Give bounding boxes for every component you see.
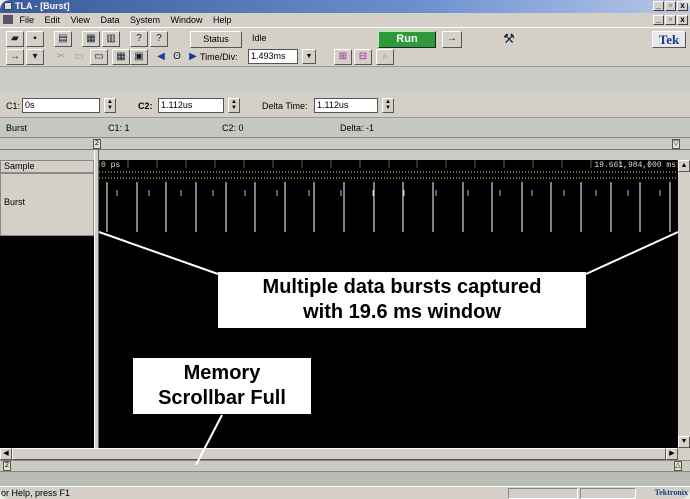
bursts-callout: Multiple data bursts captured with 19.6 … [218, 272, 586, 328]
scrollbar-callout-line2: Scrollbar Full [158, 387, 286, 409]
bursts-callout-line1: Multiple data bursts captured [262, 276, 542, 298]
scrollbar-callout: Memory Scrollbar Full [133, 358, 311, 414]
bursts-pointer-left [98, 231, 219, 275]
scrollbar-pointer [195, 414, 223, 466]
bursts-pointer-right [585, 231, 679, 275]
app-window: TLA - [Burst] _ ▫ x File Edit View Data … [0, 0, 690, 499]
bursts-callout-line2: with 19.6 ms window [303, 301, 501, 323]
annotation-lines [98, 231, 679, 466]
scrollbar-callout-line1: Memory [183, 362, 261, 384]
